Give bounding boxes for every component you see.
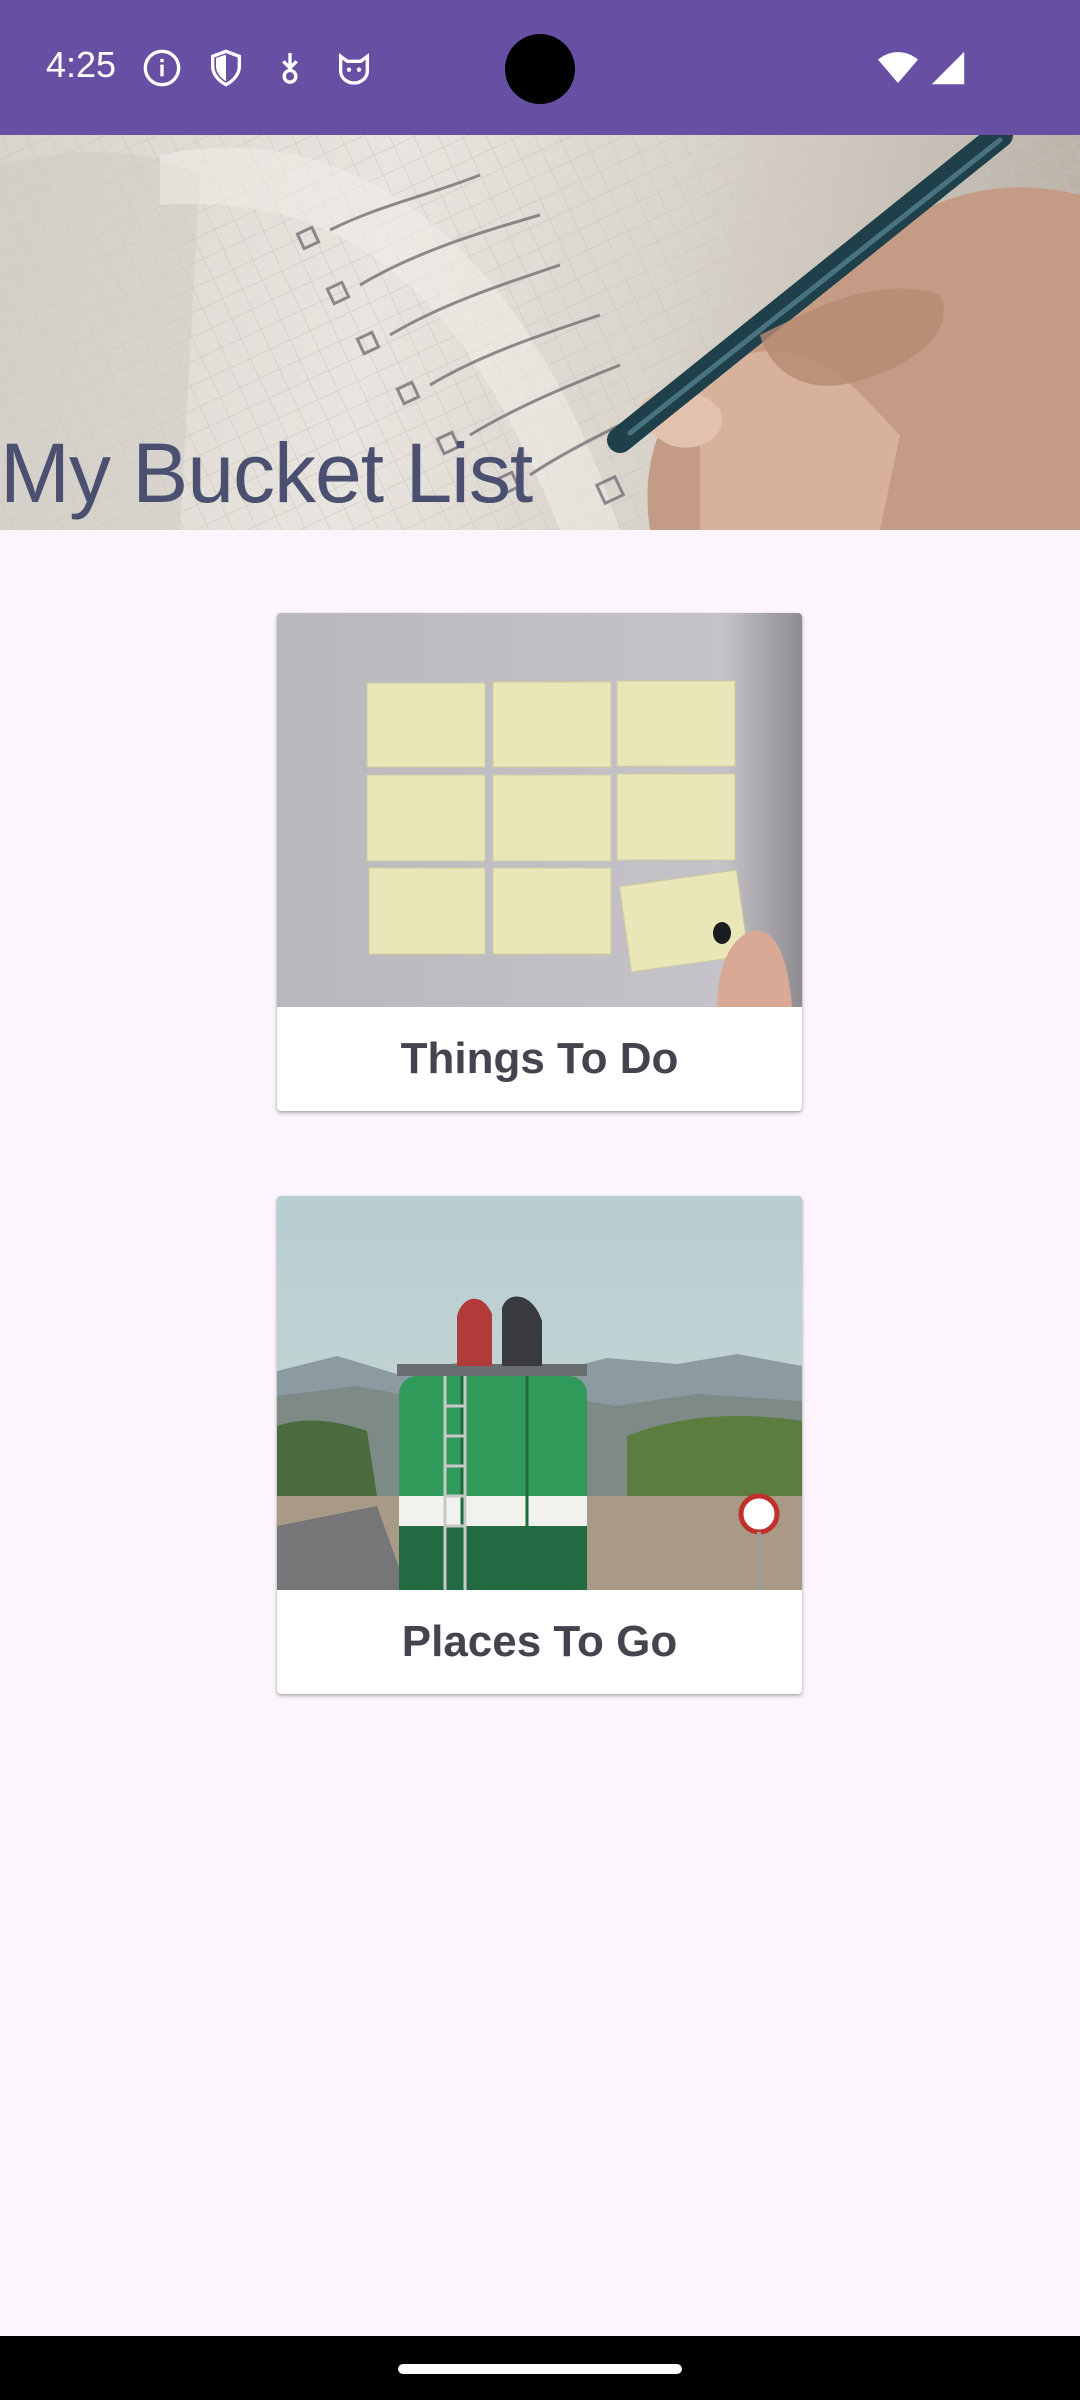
things-to-do-label: Things To Do [400,1034,679,1083]
home-gesture-handle[interactable] [398,2364,682,2374]
system-icons [878,50,968,86]
page-title: My Bucket List [0,426,533,520]
places-to-go-label: Places To Go [401,1617,678,1666]
camera-cutout [505,34,575,104]
things-to-do-card[interactable]: Things To Do [277,613,802,1111]
wifi-icon [878,52,918,83]
notification-icons [142,48,374,88]
shield-icon [211,49,241,87]
header-banner: My Bucket List [0,135,1080,530]
sticky-notes-image [277,613,802,1007]
cat-face-icon [339,53,369,85]
places-to-go-card[interactable]: Places To Go [277,1196,802,1694]
download-icon [282,53,298,84]
cellular-signal-icon [931,51,965,85]
status-bar: 4:25 [0,0,1080,135]
status-time: 4:25 [46,44,117,85]
info-icon [143,49,181,87]
green-van-image [277,1196,802,1590]
